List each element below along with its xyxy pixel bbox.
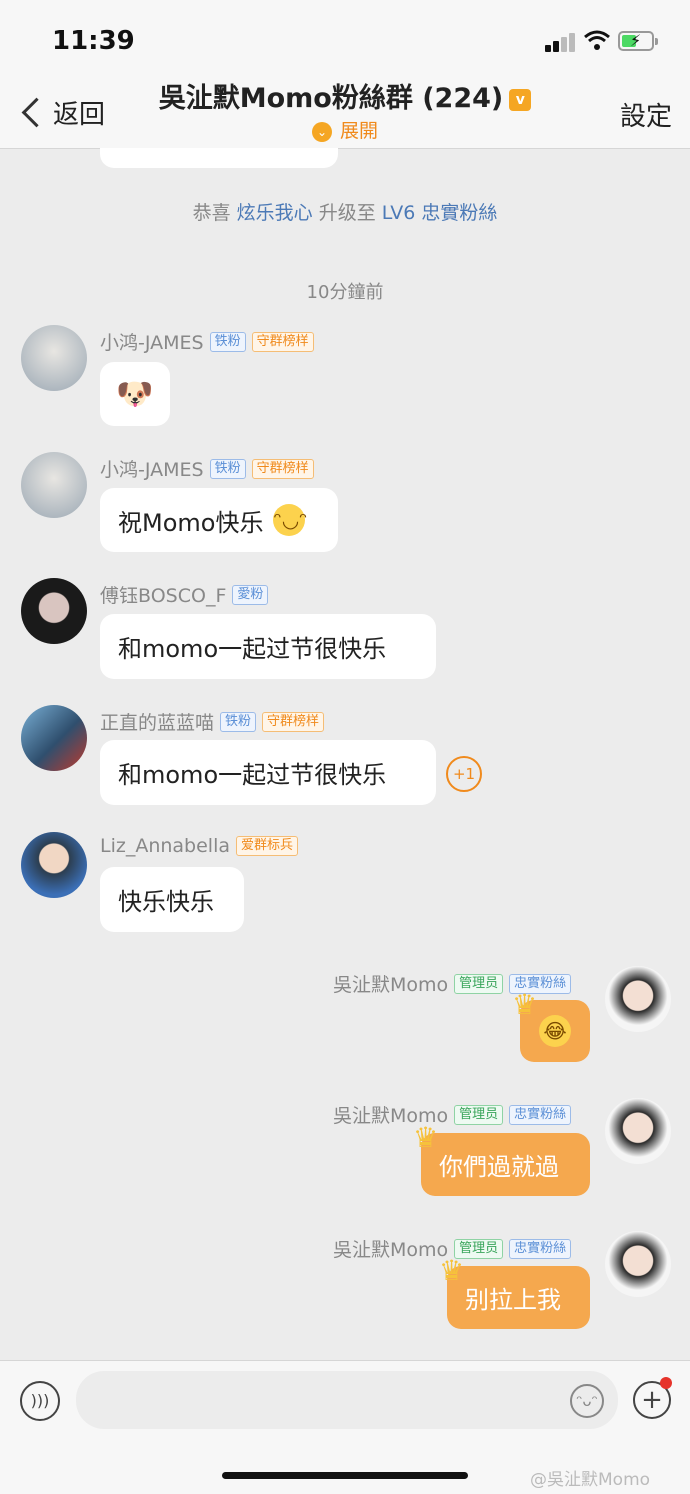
system-message-middle: 升级至 [318, 202, 376, 224]
message-bubble[interactable]: 🐶 [100, 362, 170, 426]
home-indicator [222, 1472, 468, 1479]
battery-icon: ⚡ [618, 31, 658, 51]
grin-emoji-icon: ᵔ◡ᵔ [273, 504, 307, 536]
fan-badge: 铁粉 [209, 331, 246, 352]
watermark: @吳沚默Momo [530, 1470, 651, 1490]
message-sender: 小鸿-JAMES 铁粉 守群榜样 [100, 455, 314, 482]
message-sender: 傅钰BOSCO_F 愛粉 [100, 581, 269, 608]
message-sender: 正直的蓝蓝喵 铁粉 守群榜样 [100, 708, 325, 735]
message-sender: 吳沚默Momo 管理员 忠實粉絲 [333, 1101, 572, 1128]
fan-badge: 守群榜样 [251, 458, 314, 479]
message-bubble[interactable]: 和momo一起过节很快乐 [100, 614, 436, 679]
verified-badge-icon: v [509, 88, 532, 111]
system-message-prefix: 恭喜 [192, 202, 231, 224]
message-text: 和momo一起过节很快乐 [118, 761, 387, 789]
avatar[interactable] [21, 578, 87, 644]
crown-icon: ♛ [512, 988, 538, 1021]
sender-name: Liz_Annabella [100, 835, 231, 857]
plus-one-button[interactable]: +1 [446, 756, 482, 792]
crown-icon: ♛ [439, 1254, 465, 1287]
avatar[interactable] [21, 325, 87, 391]
laugh-emoji-icon: 😂 [539, 1015, 571, 1047]
avatar[interactable] [21, 452, 87, 518]
wifi-icon [584, 30, 610, 50]
previous-message-bubble [100, 148, 338, 168]
timestamp: 10分鐘前 [306, 282, 384, 303]
message-bubble[interactable]: 别拉上我 [447, 1266, 590, 1329]
sender-name: 吳沚默Momo [333, 974, 449, 996]
sender-name: 吳沚默Momo [333, 1239, 449, 1261]
message-sender: 小鸿-JAMES 铁粉 守群榜样 [100, 328, 314, 355]
group-title: 吳沚默Momo粉絲群 (224) [158, 83, 504, 114]
system-message-user-link[interactable]: 炫乐我心 [237, 202, 313, 224]
avatar[interactable] [605, 1231, 671, 1297]
settings-button[interactable]: 設定 [620, 96, 672, 133]
message-text: 别拉上我 [465, 1286, 561, 1314]
message-text: 你們過就過 [439, 1153, 559, 1181]
message-text: 快乐快乐 [118, 888, 214, 916]
dog-emoji-icon: 🐶 [116, 376, 154, 412]
system-message-level: LV6 忠實粉絲 [381, 202, 498, 224]
message-bubble[interactable]: 祝Momo快乐 ᵔ◡ᵔ [100, 488, 338, 552]
fan-badge: 忠實粉絲 [509, 1104, 572, 1125]
status-time: 11:39 [52, 26, 135, 56]
sender-name: 小鸿-JAMES [100, 332, 204, 354]
sender-name: 小鸿-JAMES [100, 459, 204, 481]
fan-badge: 爱群标兵 [236, 836, 299, 856]
navigation-bar: 11:39 ⚡ 返回 吳沚默Momo粉絲群 (224) v ⌄ 展開 設定 [0, 0, 690, 149]
expand-label: 展開 [339, 120, 378, 142]
sender-name: 正直的蓝蓝喵 [100, 712, 215, 734]
avatar[interactable] [605, 966, 671, 1032]
emoji-icon[interactable]: ᵔᴗᵔ [570, 1384, 604, 1418]
fan-badge: 守群榜样 [262, 711, 325, 732]
message-text: 祝Momo快乐 [118, 508, 264, 537]
message-bubble[interactable]: 你們過就過 [421, 1133, 590, 1196]
message-input[interactable] [76, 1371, 618, 1429]
fan-badge: 忠實粉絲 [509, 1238, 572, 1259]
message-text: 和momo一起过节很快乐 [118, 635, 387, 663]
input-bar: ))) ᵔᴗᵔ + @吳沚默Momo [0, 1360, 690, 1494]
admin-badge: 管理员 [454, 973, 504, 994]
fan-badge: 铁粉 [220, 711, 257, 732]
page-title: 吳沚默Momo粉絲群 (224) v [0, 76, 690, 115]
admin-badge: 管理员 [454, 1104, 504, 1125]
expand-button[interactable]: ⌄ 展開 [0, 116, 690, 143]
avatar[interactable] [21, 705, 87, 771]
system-message: 恭喜 炫乐我心 升级至 LV6 忠實粉絲 [0, 198, 690, 225]
message-bubble[interactable]: 快乐快乐 [100, 867, 244, 932]
fan-badge: 守群榜样 [251, 331, 314, 352]
signal-icon [545, 32, 577, 52]
chevron-down-icon: ⌄ [311, 121, 332, 142]
fan-badge: 愛粉 [232, 584, 269, 605]
avatar[interactable] [21, 832, 87, 898]
fan-badge: 铁粉 [209, 458, 246, 479]
voice-input-icon[interactable]: ))) [20, 1381, 60, 1421]
crown-icon: ♛ [413, 1121, 439, 1154]
avatar[interactable] [605, 1098, 671, 1164]
message-bubble[interactable]: 和momo一起过节很快乐 [100, 740, 436, 805]
notification-dot [660, 1377, 672, 1389]
message-sender: Liz_Annabella 爱群标兵 [100, 835, 299, 857]
sender-name: 傅钰BOSCO_F [100, 585, 227, 607]
